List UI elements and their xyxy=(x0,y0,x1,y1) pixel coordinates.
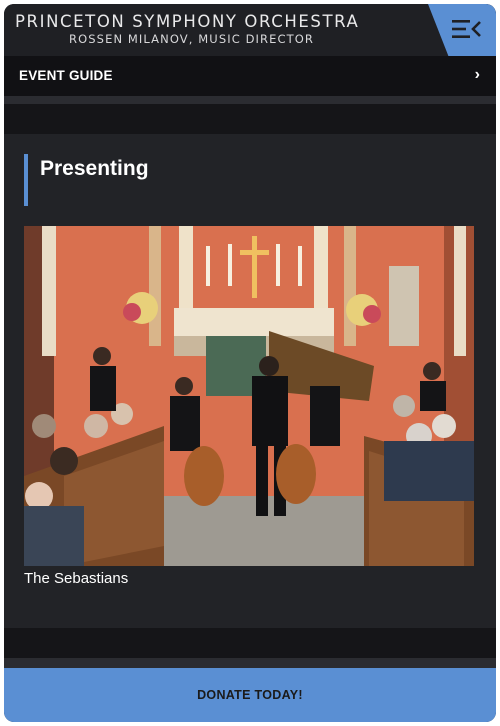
event-guide-bar[interactable]: EVENT GUIDE › xyxy=(4,56,496,104)
music-director-line: ROSSEN MILANOV, MUSIC DIRECTOR xyxy=(69,32,314,46)
orchestra-name[interactable]: PRINCETON SYMPHONY ORCHESTRA xyxy=(15,12,359,31)
divider xyxy=(4,658,496,668)
event-guide-label: EVENT GUIDE xyxy=(19,68,113,83)
concert-photo[interactable] xyxy=(24,226,474,566)
chevron-right-icon: › xyxy=(474,66,480,83)
app-frame: PRINCETON SYMPHONY ORCHESTRA ROSSEN MILA… xyxy=(4,4,496,722)
site-header: PRINCETON SYMPHONY ORCHESTRA ROSSEN MILA… xyxy=(4,4,496,56)
spacer-band-lower xyxy=(4,628,496,658)
presenting-heading: Presenting xyxy=(40,157,149,180)
heading-accent-bar xyxy=(24,154,28,206)
photo-caption[interactable]: The Sebastians xyxy=(24,570,128,587)
menu-button[interactable] xyxy=(428,4,496,56)
spacer-band xyxy=(4,104,496,134)
presenting-card: Presenting The Sebastians xyxy=(4,134,496,628)
menu-collapse-icon xyxy=(452,20,481,38)
donate-button[interactable]: DONATE TODAY! xyxy=(4,668,496,722)
